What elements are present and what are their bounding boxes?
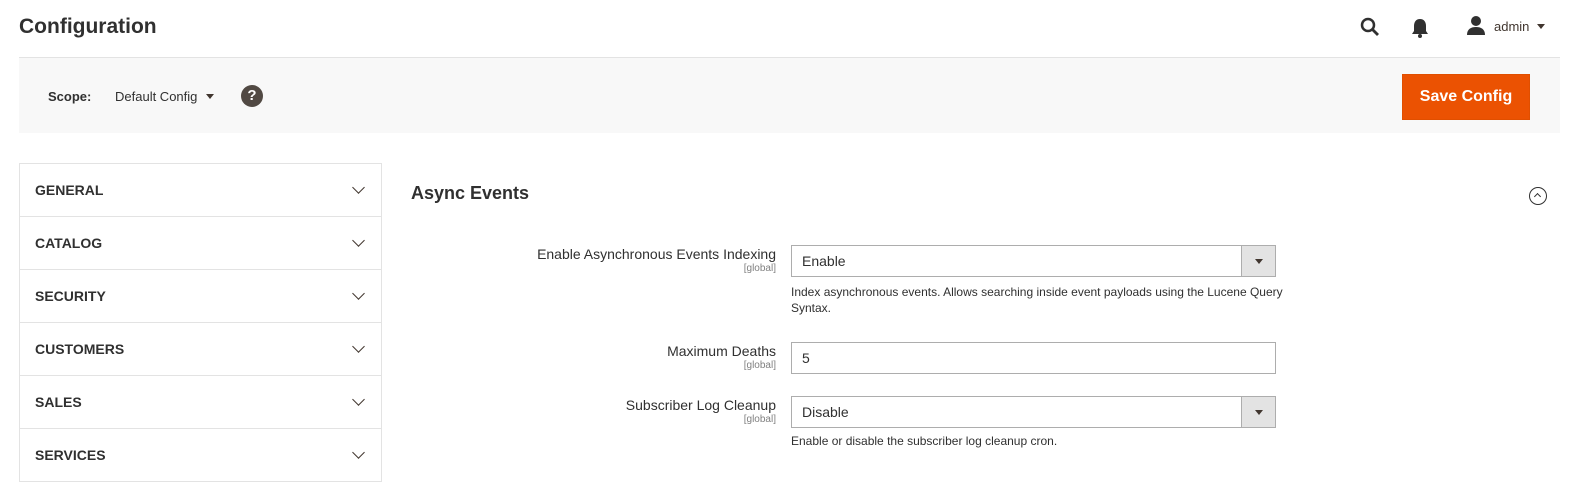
help-icon[interactable]: ? [241,85,263,107]
sidebar-item-security[interactable]: SECURITY [20,270,381,323]
caret-down-icon [206,94,215,99]
field-note: Enable or disable the subscriber log cle… [791,434,1058,448]
user-menu[interactable]: admin [1466,15,1546,38]
sidebar-item-label: CATALOG [35,235,103,251]
sidebar-item-general[interactable]: GENERAL [20,164,381,217]
chevron-down-icon [352,234,365,247]
subscriber-log-cleanup-select[interactable]: Disable [791,396,1276,428]
user-name: admin [1494,19,1530,34]
field-label: Enable Asynchronous Events Indexing [glob… [537,246,776,274]
chevron-down-icon [352,446,365,459]
sidebar-item-label: CUSTOMERS [35,341,125,357]
bell-icon[interactable] [1411,17,1429,44]
caret-down-icon [1537,24,1546,29]
sidebar-item-label: SECURITY [35,288,106,304]
sidebar-item-customers[interactable]: CUSTOMERS [20,323,381,376]
chevron-down-icon [352,340,365,353]
maximum-deaths-input[interactable]: 5 [791,342,1276,374]
page-actions-bar: Scope: Default Config ? Save Config [19,57,1560,133]
sidebar-item-label: SERVICES [35,447,106,463]
field-note: Index asynchronous events. Allows search… [791,285,1283,315]
scope-hint: [global] [743,414,776,425]
sidebar-item-catalog[interactable]: CATALOG [20,217,381,270]
sidebar-item-label: SALES [35,394,82,410]
field-label: Maximum Deaths [global] [667,343,776,371]
async-indexing-select[interactable]: Enable [791,245,1276,277]
page-title: Configuration [19,15,157,38]
section-title[interactable]: Async Events [411,183,529,204]
collapse-icon[interactable] [1529,187,1547,205]
sidebar-item-sales[interactable]: SALES [20,376,381,429]
dropdown-arrow-icon [1241,246,1275,276]
search-icon[interactable] [1360,17,1380,42]
chevron-down-icon [352,287,365,300]
scope-hint: [global] [743,360,776,371]
field-label: Subscriber Log Cleanup [global] [625,397,776,425]
chevron-down-icon [352,181,365,194]
sidebar-item-label: GENERAL [35,182,104,198]
chevron-down-icon [352,393,365,406]
dropdown-arrow-icon [1241,397,1275,427]
config-sidebar: GENERAL CATALOG SECURITY CUSTOMERS SALES… [19,163,382,482]
scope-value: Default Config [115,89,198,104]
sidebar-item-services[interactable]: SERVICES [20,429,381,482]
scope-hint: [global] [743,263,776,274]
scope-switcher[interactable]: Default Config [115,89,215,104]
save-config-button[interactable]: Save Config [1402,74,1530,120]
scope-label: Scope: [48,89,92,104]
user-icon [1466,15,1486,38]
